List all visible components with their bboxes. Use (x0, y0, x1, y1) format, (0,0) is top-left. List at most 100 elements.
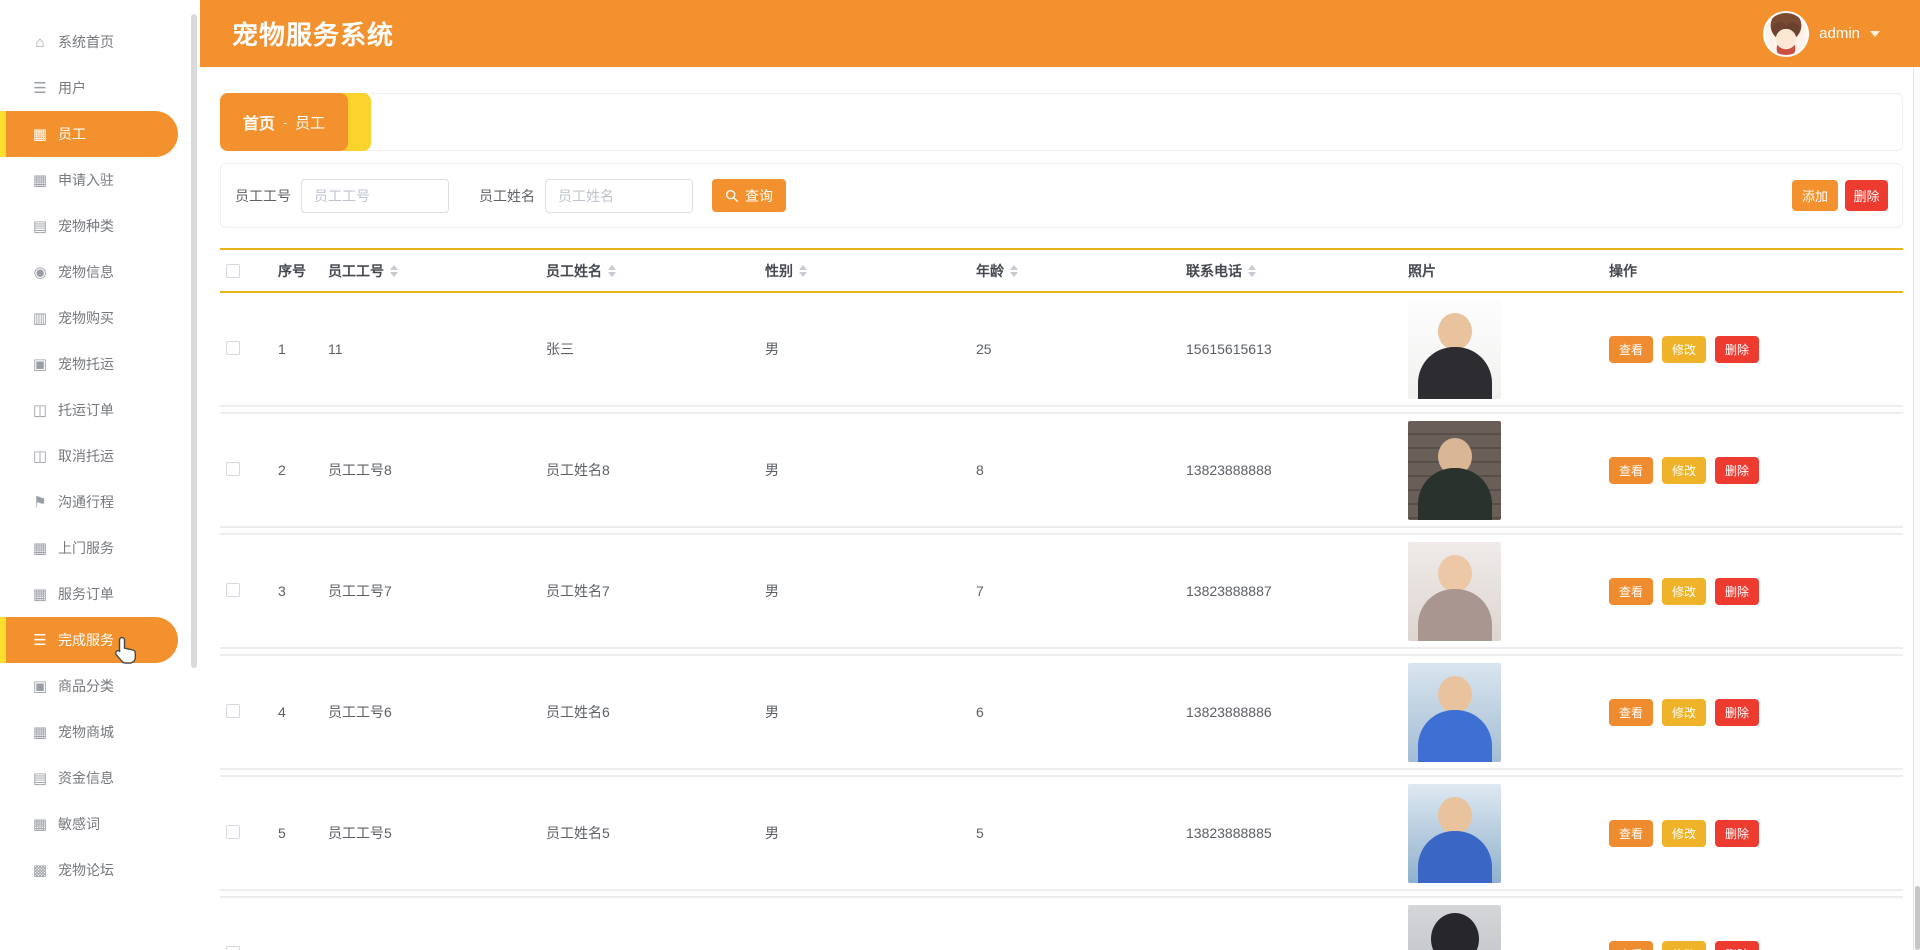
sort-icon[interactable] (390, 264, 398, 277)
sidebar-item-product-categories[interactable]: ▣ 商品分类 (0, 663, 190, 709)
view-row-button[interactable]: 查看 (1609, 577, 1653, 605)
sidebar-item-users[interactable]: ☰ 用户 (0, 65, 190, 111)
employee-no: 员工工号6 (328, 704, 392, 720)
sidebar-scrollbar-thumb[interactable] (191, 14, 197, 668)
delete-row-button[interactable]: 删除 (1715, 456, 1759, 484)
employee-photo (1408, 420, 1501, 520)
actions-cell: 查看修改删除 (1601, 940, 1903, 950)
topbar: 宠物服务系统 admin (200, 0, 1920, 67)
delete-row-button[interactable]: 删除 (1715, 819, 1759, 847)
delete-row-button[interactable]: 删除 (1715, 940, 1759, 950)
phone: 13823888886 (1186, 704, 1272, 720)
sidebar-item-home[interactable]: ⌂ 系统首页 (0, 19, 190, 65)
sidebar-item-service-orders[interactable]: ▦ 服务订单 (0, 571, 190, 617)
row-checkbox[interactable] (226, 703, 240, 718)
employee-no: 员工工号5 (328, 825, 392, 841)
sidebar-item-funds-info[interactable]: ▤ 资金信息 (0, 755, 190, 801)
column-header-label: 年龄 (976, 262, 1004, 279)
sidebar-item-staff[interactable]: ▦ 员工 (0, 111, 178, 157)
column-header-label: 员工工号 (328, 262, 384, 279)
sort-icon[interactable] (799, 264, 807, 277)
actions-cell: 查看修改删除 (1601, 577, 1903, 605)
chevron-down-icon (1870, 30, 1880, 37)
edit-row-button[interactable]: 修改 (1662, 940, 1706, 950)
sidebar-item-completed-services[interactable]: ☰ 完成服务 (0, 617, 178, 663)
view-row-button[interactable]: 查看 (1609, 940, 1653, 950)
page-scrollbar-thumb[interactable] (1915, 886, 1920, 950)
delete-row-button[interactable]: 删除 (1715, 698, 1759, 726)
table-body: 1 11 张三男 25 15615615613 查看 修改 删除 2 员工工号8 员工姓名8 男 8 13… (220, 293, 1903, 950)
sidebar-item-trip-communication[interactable]: ⚑ 沟通行程 (0, 479, 190, 525)
delete-button[interactable]: 删除 (1845, 180, 1888, 211)
view-row-button[interactable]: 查看 (1609, 456, 1653, 484)
phone: 13823888887 (1186, 583, 1272, 599)
column-header[interactable]: 联系电话 (1178, 261, 1400, 281)
edit-row-button[interactable]: 修改 (1662, 456, 1706, 484)
edit-row-button[interactable]: 修改 (1662, 698, 1706, 726)
employee-name: 员工姓名7 (546, 583, 610, 599)
select-all-checkbox[interactable] (226, 263, 240, 278)
user-avatar[interactable] (1763, 10, 1810, 57)
edit-row-button[interactable]: 修改 (1662, 335, 1706, 363)
sidebar-item-pet-info[interactable]: ◉ 宠物信息 (0, 249, 190, 295)
sidebar: ⌂ 系统首页 ☰ 用户 ▦ 员工 ▦ 申请入驻 ▤ 宠物种类 ◉ 宠物信息 ▥ 宠物购买 ▣ 宠物托运 ◫ 托运订… (0, 0, 190, 950)
sort-icon[interactable] (1248, 264, 1256, 277)
sidebar-item-shipping-orders[interactable]: ◫ 托运订单 (0, 387, 190, 433)
page-scrollbar[interactable] (1913, 67, 1920, 950)
sidebar-item-apply-join[interactable]: ▦ 申请入驻 (0, 157, 190, 203)
table-row: 5 员工工号5 员工姓名5 男 5 13823888885 查看 修改 删除 (220, 777, 1903, 889)
app-root: ⌂ 系统首页 ☰ 用户 ▦ 员工 ▦ 申请入驻 ▤ 宠物种类 ◉ 宠物信息 ▥ 宠物购买 ▣ 宠物托运 ◫ 托运订… (0, 0, 1920, 950)
sidebar-item-pet-forum[interactable]: ▩ 宠物论坛 (0, 847, 190, 893)
column-header[interactable]: 员工工号 (320, 261, 538, 281)
view-row-button[interactable]: 查看 (1609, 819, 1653, 847)
sidebar-item-pet-types[interactable]: ▤ 宠物种类 (0, 203, 190, 249)
photo-cell (1400, 662, 1601, 762)
column-header[interactable]: 年龄 (968, 261, 1178, 281)
sidebar-item-label: 托运订单 (58, 402, 114, 418)
sidebar-item-label: 服务订单 (58, 586, 114, 602)
sidebar-item-cancel-shipping[interactable]: ◫ 取消托运 (0, 433, 190, 479)
row-checkbox[interactable] (226, 582, 240, 597)
edit-row-button[interactable]: 修改 (1662, 819, 1706, 847)
edit-row-button[interactable]: 修改 (1662, 577, 1706, 605)
sidebar-item-pet-purchase[interactable]: ▥ 宠物购买 (0, 295, 190, 341)
user-menu[interactable]: admin (1763, 10, 1880, 57)
sidebar-item-label: 上门服务 (58, 540, 114, 556)
employee-name-label: 员工姓名 (479, 187, 535, 204)
sidebar-item-label: 宠物商城 (58, 724, 114, 740)
content-area: 首页 - 员工 员工工号 员工姓名 查询 添加 (200, 67, 1920, 950)
row-separator (220, 647, 1903, 656)
cancel-shipping-icon: ◫ (32, 448, 48, 465)
employee-name-input[interactable] (545, 178, 693, 213)
age: 25 (976, 341, 992, 357)
column-header[interactable]: 员工姓名 (538, 261, 757, 281)
sidebar-item-sensitive-words[interactable]: ▦ 敏感词 (0, 801, 190, 847)
breadcrumb-home[interactable]: 首页 (243, 110, 275, 134)
add-button[interactable]: 添加 (1792, 180, 1838, 211)
employee-table: 序号 员工工号 员工姓名 性别 年龄 联系电话 照片 操作 1 11 张三男 25 156156156… (220, 248, 1903, 950)
view-row-button[interactable]: 查看 (1609, 335, 1653, 363)
delete-row-button[interactable]: 删除 (1715, 577, 1759, 605)
row-checkbox[interactable] (226, 340, 240, 355)
sidebar-item-pet-shipping[interactable]: ▣ 宠物托运 (0, 341, 190, 387)
pet-purchase-icon: ▥ (32, 310, 48, 327)
sort-icon[interactable] (1010, 264, 1018, 277)
staff-icon: ▦ (32, 126, 48, 143)
employee-id-input[interactable] (301, 178, 449, 213)
view-row-button[interactable]: 查看 (1609, 698, 1653, 726)
sidebar-item-pet-mall[interactable]: ▦ 宠物商城 (0, 709, 190, 755)
row-checkbox[interactable] (226, 461, 240, 476)
column-header: 照片 (1400, 261, 1601, 281)
row-checkbox[interactable] (226, 824, 240, 839)
search-button[interactable]: 查询 (712, 179, 786, 212)
actions-cell: 查看修改删除 (1601, 698, 1903, 726)
sort-icon[interactable] (608, 264, 616, 277)
row-checkbox-cell (220, 340, 270, 358)
row-checkbox[interactable] (226, 945, 240, 950)
column-header[interactable]: 性别 (757, 261, 968, 281)
employee-no: 员工工号8 (328, 462, 392, 478)
delete-row-button[interactable]: 删除 (1715, 335, 1759, 363)
column-header-label: 序号 (278, 262, 306, 279)
search-button-label: 查询 (745, 187, 773, 204)
sidebar-item-home-service[interactable]: ▦ 上门服务 (0, 525, 190, 571)
